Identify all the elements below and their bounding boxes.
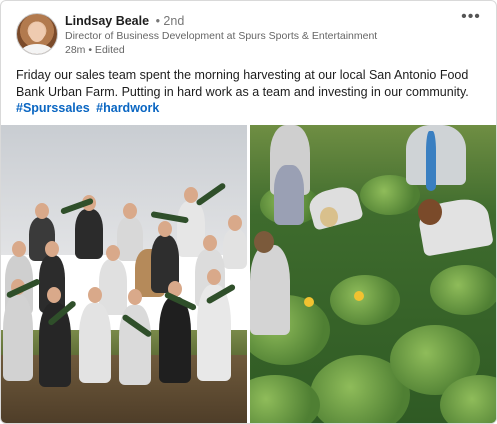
hashtag-link[interactable]: #hardwork: [96, 101, 159, 115]
photo-person: [223, 229, 247, 269]
photo-person-head: [128, 289, 142, 305]
photo-person-head: [418, 199, 442, 225]
photo-person-head: [158, 221, 172, 237]
more-horizontal-icon: •••: [461, 8, 481, 25]
post-photo-group[interactable]: [1, 125, 247, 423]
photo-person: [250, 245, 290, 335]
avatar-shirt: [21, 44, 53, 54]
photo-person-head: [12, 241, 26, 257]
photo-person-head: [228, 215, 242, 231]
post-photo-field[interactable]: [250, 125, 496, 423]
photo-person-head: [45, 241, 59, 257]
author-headline: Director of Business Development at Spur…: [65, 30, 378, 42]
photo-leaf: [330, 275, 400, 325]
photo-person: [75, 209, 103, 259]
photo-person-strap: [426, 131, 436, 191]
more-options-button[interactable]: •••: [459, 7, 483, 27]
photo-person: [159, 297, 191, 383]
photo-person-legs: [274, 165, 304, 225]
post-text: Friday our sales team spent the morning …: [16, 68, 469, 99]
hashtag-link[interactable]: #Spurssales: [16, 101, 90, 115]
photo-person: [406, 125, 466, 185]
photo-person-head: [123, 203, 137, 219]
photo-person: [79, 303, 111, 383]
photo-person: [177, 201, 205, 257]
author-avatar[interactable]: [16, 13, 58, 55]
photo-person-head: [320, 207, 338, 227]
photo-person: [3, 295, 33, 381]
photo-flower: [304, 297, 314, 307]
photo-leaf: [430, 265, 496, 315]
photo-person-head: [35, 203, 49, 219]
photo-person-head: [254, 231, 274, 253]
post-card: Lindsay Beale • 2nd Director of Business…: [0, 0, 497, 424]
author-name[interactable]: Lindsay Beale: [65, 14, 149, 28]
hashtags: #Spurssales #hardwork: [16, 101, 162, 115]
photo-flower: [354, 291, 364, 301]
avatar-face: [29, 22, 45, 42]
photo-person-head: [207, 269, 221, 285]
connection-degree: • 2nd: [155, 14, 185, 28]
photo-person-head: [106, 245, 120, 261]
photo-person-head: [47, 287, 61, 303]
post-meta: 28m • Edited: [65, 44, 125, 56]
photo-person-head: [88, 287, 102, 303]
photo-person-head: [203, 235, 217, 251]
author-name-row: Lindsay Beale • 2nd: [65, 14, 184, 28]
